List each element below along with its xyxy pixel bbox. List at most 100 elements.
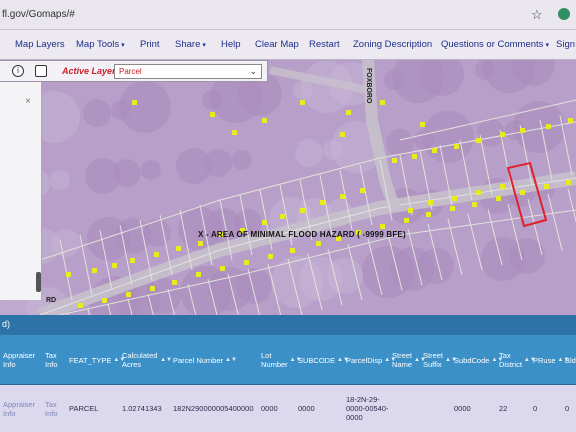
parcel-point: [92, 268, 97, 273]
active-layer-value: Parcel: [119, 67, 142, 76]
map-texture: [143, 219, 171, 247]
menu-help[interactable]: Help: [221, 39, 241, 50]
map-texture: [83, 99, 111, 127]
table-row[interactable]: Appraiser Info Tax Info PARCEL 1.02741343 18…: [0, 385, 576, 432]
parcel-point: [176, 246, 181, 251]
parcel-point: [496, 196, 501, 201]
map-texture: [418, 248, 454, 284]
parcel-point: [154, 252, 159, 257]
map-texture: [52, 229, 80, 257]
column-header-label: Bld: [565, 355, 576, 365]
menu-clear-map[interactable]: Clear Map: [255, 39, 299, 50]
table-cell: [392, 385, 422, 432]
chevron-down-icon: ▾: [202, 42, 206, 49]
map-texture: [113, 159, 141, 187]
table-cell: 0000: [298, 404, 315, 413]
table-cell: 182N290000005400000: [173, 404, 254, 413]
parcel-point: [500, 132, 505, 137]
parcel-point: [172, 280, 177, 285]
panel-scrollbar[interactable]: [36, 272, 41, 292]
menu-bar: Map Layers Map Tools ▾ Print Share ▾ Help …: [0, 30, 576, 60]
table-cell: 18-2N-29-0000-00540-0000: [346, 395, 389, 422]
parcel-map[interactable]: [0, 60, 576, 315]
column-header[interactable]: SUBCODE ▲▼: [298, 335, 349, 385]
browser-address-bar[interactable]: fl.gov/Gomaps/# ☆: [0, 0, 576, 30]
menu-map-layers[interactable]: Map Layers: [15, 39, 65, 50]
map-canvas[interactable]: [0, 60, 576, 315]
parcel-point: [320, 200, 325, 205]
parcel-point: [210, 112, 215, 117]
parcel-point: [472, 202, 477, 207]
menu-questions-comments[interactable]: Questions or Comments ▾: [441, 39, 549, 50]
table-cell: [423, 385, 453, 432]
info-icon[interactable]: i: [12, 65, 24, 77]
parcel-point: [404, 218, 409, 223]
column-header-label: Calculated Acres: [122, 351, 158, 369]
info-link[interactable]: Appraiser Info: [3, 385, 43, 432]
parcel-point: [380, 100, 385, 105]
menu-restart[interactable]: Restart: [309, 39, 340, 50]
active-layer-select[interactable]: Parcel ⌄: [114, 64, 262, 79]
menu-print[interactable]: Print: [140, 39, 160, 50]
chevron-down-icon: ▾: [545, 42, 549, 49]
parcel-point: [408, 208, 413, 213]
column-header-label: Tax District: [499, 351, 522, 369]
parcel-point: [476, 138, 481, 143]
select-box-icon[interactable]: [35, 65, 47, 77]
parcel-point: [360, 188, 365, 193]
parcel-point: [244, 260, 249, 265]
star-icon[interactable]: ☆: [531, 7, 543, 23]
parcel-point: [544, 184, 549, 189]
table-cell: 0000: [261, 404, 278, 413]
column-header[interactable]: ParcelDisp ▲▼: [346, 335, 396, 385]
column-header-label: SubdCode: [454, 355, 490, 365]
info-link[interactable]: Tax Info: [45, 385, 67, 432]
menu-map-tools[interactable]: Map Tools ▾: [76, 39, 125, 50]
parcel-point: [568, 118, 573, 123]
close-icon[interactable]: ×: [25, 96, 31, 107]
column-header[interactable]: Tax District ▲▼: [499, 335, 536, 385]
column-header-label: Parcel Number: [173, 355, 224, 365]
menu-share[interactable]: Share ▾: [175, 39, 206, 50]
column-header[interactable]: PRuse ▲▼: [533, 335, 569, 385]
column-header[interactable]: Street Name ▲▼: [392, 335, 426, 385]
parcel-point: [428, 200, 433, 205]
column-header[interactable]: Calculated Acres ▲▼: [122, 335, 172, 385]
url-text[interactable]: fl.gov/Gomaps/#: [2, 9, 75, 20]
parcel-line: [547, 193, 563, 251]
parcel-point: [66, 272, 71, 277]
parcel-point: [380, 224, 385, 229]
map-texture: [422, 111, 474, 163]
side-panel: ×: [0, 82, 42, 300]
column-header-label: PRuse: [533, 355, 556, 365]
map-texture: [50, 170, 70, 190]
parcel-point: [126, 292, 131, 297]
menu-zoning-description[interactable]: Zoning Description: [353, 39, 432, 50]
street-label-foxboro: FOXBORO: [365, 68, 372, 104]
column-header[interactable]: Street Suffix ▲▼: [423, 335, 457, 385]
table-cell: 0000: [454, 404, 471, 413]
map-texture: [204, 149, 232, 177]
chevron-down-icon: ▾: [121, 42, 125, 49]
parcel-point: [340, 132, 345, 137]
column-header[interactable]: SubdCode ▲▼: [454, 335, 503, 385]
map-texture: [295, 139, 323, 167]
sort-icon[interactable]: ▲▼: [225, 356, 237, 365]
sort-icon[interactable]: ▲▼: [160, 356, 172, 365]
parcel-point: [198, 241, 203, 246]
parcel-point: [340, 194, 345, 199]
column-header: Bld: [565, 335, 576, 385]
column-header[interactable]: Lot Number ▲▼: [261, 335, 302, 385]
parcel-point: [102, 298, 107, 303]
extension-icon[interactable]: [558, 8, 570, 20]
column-header-label: SUBCODE: [298, 355, 336, 365]
column-header[interactable]: FEAT_TYPE ▲▼: [69, 335, 125, 385]
parcel-point: [546, 124, 551, 129]
results-column-headers: Appraiser Info Tax Info FEAT_TYPE ▲▼ Calcula…: [0, 335, 576, 385]
parcel-point: [280, 214, 285, 219]
parcel-point: [566, 180, 571, 185]
menu-sign-in[interactable]: Sign In: [556, 39, 576, 50]
column-header[interactable]: Parcel Number ▲▼: [173, 335, 259, 385]
parcel-point: [450, 206, 455, 211]
parcel-point: [196, 272, 201, 277]
